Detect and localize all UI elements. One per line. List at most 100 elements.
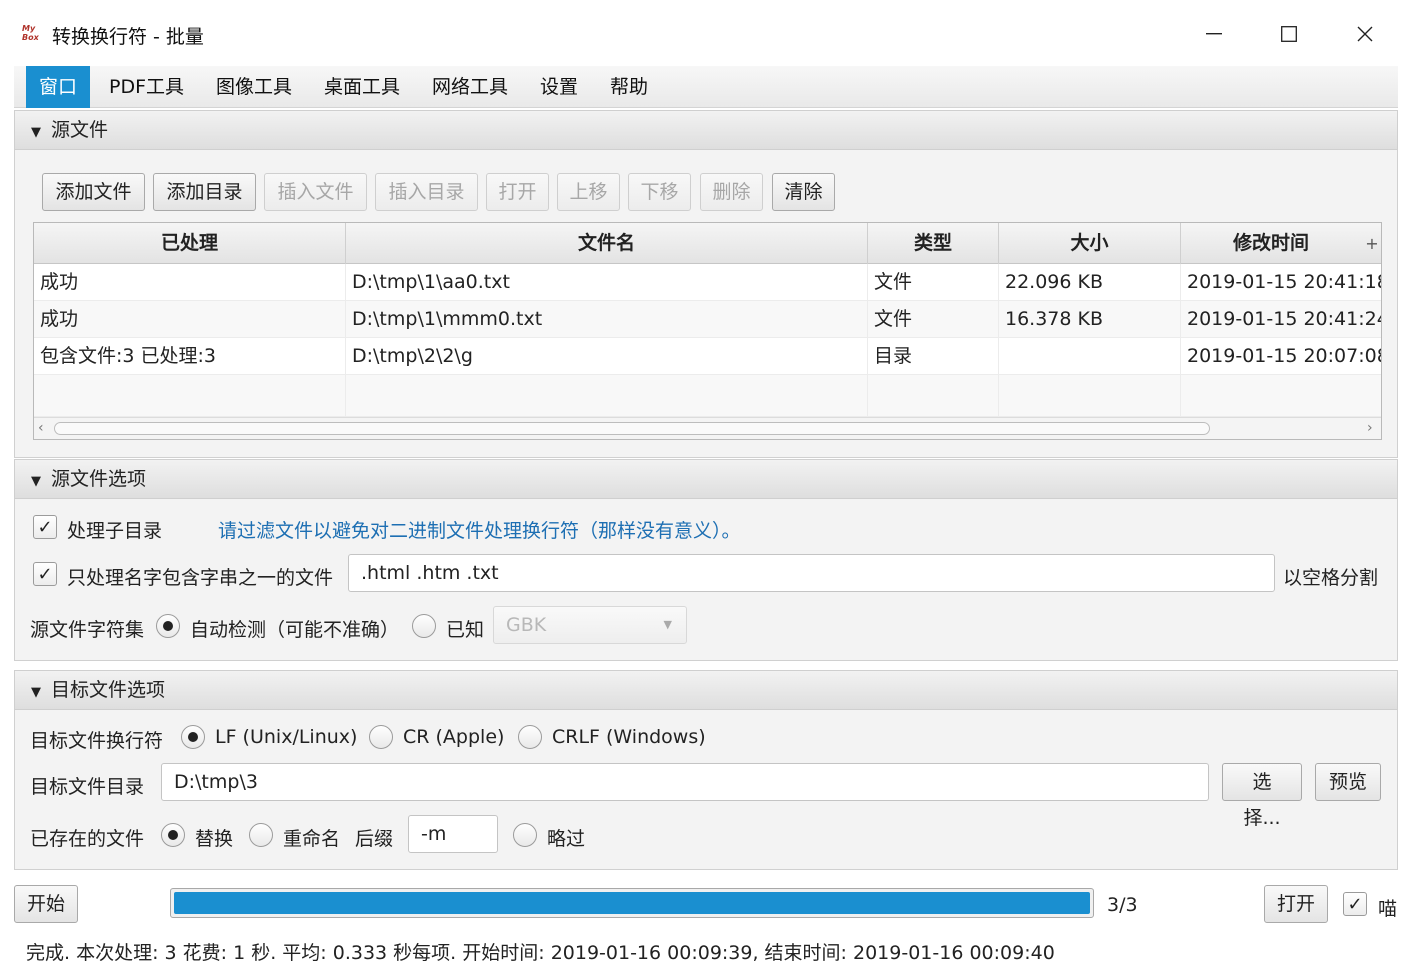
empty-cell xyxy=(346,375,868,417)
window-title: 转换换行符 - 批量 xyxy=(52,26,204,48)
skip-radio[interactable] xyxy=(513,823,537,847)
progress-fill xyxy=(174,892,1090,914)
cell-modified: 2019-01-15 20:41:24 xyxy=(1181,301,1381,338)
charset-select-value: GBK xyxy=(506,614,547,636)
name-filter-input[interactable]: .html .htm .txt xyxy=(348,554,1275,592)
close-icon xyxy=(1357,26,1373,42)
move-up-button[interactable]: 上移 xyxy=(557,173,620,211)
cell-processed: 成功 xyxy=(34,301,346,338)
table-row[interactable]: 成功 D:\tmp\1\mmm0.txt 文件 16.378 KB 2019-0… xyxy=(34,301,1381,338)
scrollbar-thumb[interactable] xyxy=(54,422,1210,435)
file-table[interactable]: 已处理 文件名 类型 大小 修改时间 + 成功 D:\tmp\1\aa0.txt… xyxy=(33,222,1382,440)
source-files-header[interactable]: ▼ 源文件 xyxy=(14,110,1398,150)
table-row-empty xyxy=(34,375,1381,417)
target-dir-input[interactable]: D:\tmp\3 xyxy=(161,763,1209,801)
charset-label: 源文件字符集 xyxy=(30,619,145,641)
open-button[interactable]: 打开 xyxy=(486,173,549,211)
insert-dir-button[interactable]: 插入目录 xyxy=(375,173,478,211)
empty-cell xyxy=(34,375,346,417)
maximize-icon xyxy=(1281,26,1297,42)
menu-help[interactable]: 帮助 xyxy=(597,66,661,108)
delete-button[interactable]: 删除 xyxy=(700,173,763,211)
cr-radio[interactable] xyxy=(369,725,393,749)
target-options-header[interactable]: ▼ 目标文件选项 xyxy=(14,670,1398,710)
column-header-processed[interactable]: 已处理 xyxy=(34,223,346,264)
cell-type: 文件 xyxy=(868,264,999,301)
crlf-radio[interactable] xyxy=(518,725,542,749)
status-text: 完成. 本次处理: 3 花费: 1 秒. 平均: 0.333 秒每项. 开始时间… xyxy=(26,942,1055,964)
suffix-input[interactable]: -m xyxy=(408,815,498,853)
target-dir-label: 目标文件目录 xyxy=(30,776,145,798)
empty-cell xyxy=(868,375,999,417)
open-target-button[interactable]: 打开 xyxy=(1264,885,1328,923)
maximize-button[interactable] xyxy=(1266,14,1312,54)
radio-selected-dot xyxy=(168,830,178,840)
progress-count: 3/3 xyxy=(1107,894,1138,916)
chevron-down-icon: ▼ xyxy=(663,618,672,631)
charset-auto-radio[interactable] xyxy=(156,614,180,638)
checkmark-icon: ✓ xyxy=(37,563,53,585)
process-subdir-checkbox[interactable]: ✓ xyxy=(33,515,57,539)
column-menu-plus-icon[interactable]: + xyxy=(1361,223,1381,264)
choose-dir-button[interactable]: 选择... xyxy=(1222,763,1302,829)
close-button[interactable] xyxy=(1342,14,1388,54)
process-subdir-label: 处理子目录 xyxy=(67,520,163,542)
horizontal-scrollbar[interactable]: ‹ › xyxy=(34,417,1381,439)
scroll-left-icon[interactable]: ‹ xyxy=(38,420,44,436)
menu-desktop-tools[interactable]: 桌面工具 xyxy=(311,66,413,108)
move-down-button[interactable]: 下移 xyxy=(628,173,691,211)
replace-radio[interactable] xyxy=(161,823,185,847)
menu-window[interactable]: 窗口 xyxy=(26,66,91,108)
start-button[interactable]: 开始 xyxy=(14,885,78,923)
empty-cell xyxy=(999,375,1181,417)
cell-type: 文件 xyxy=(868,301,999,338)
add-dir-button[interactable]: 添加目录 xyxy=(153,173,256,211)
source-options-header[interactable]: ▼ 源文件选项 xyxy=(14,459,1398,499)
charset-select[interactable]: GBK ▼ xyxy=(493,606,687,644)
radio-selected-dot xyxy=(188,732,198,742)
cell-filename: D:\tmp\1\aa0.txt xyxy=(346,264,868,301)
lf-label: LF (Unix/Linux) xyxy=(215,726,358,748)
radio-selected-dot xyxy=(163,621,173,631)
cell-type: 目录 xyxy=(868,338,999,375)
rename-label: 重命名 xyxy=(283,828,341,850)
column-header-filename[interactable]: 文件名 xyxy=(346,223,868,264)
rename-radio[interactable] xyxy=(249,823,273,847)
app-logo-icon: My Box xyxy=(22,24,39,42)
existing-file-label: 已存在的文件 xyxy=(30,828,145,850)
cell-filename: D:\tmp\2\2\g xyxy=(346,338,868,375)
menu-pdf-tools[interactable]: PDF工具 xyxy=(96,66,197,108)
menu-bar: 窗口 PDF工具 图像工具 桌面工具 网络工具 设置 帮助 xyxy=(14,66,1398,108)
table-header: 已处理 文件名 类型 大小 修改时间 + xyxy=(34,223,1381,264)
skip-label: 略过 xyxy=(547,828,586,850)
name-filter-checkbox[interactable]: ✓ xyxy=(33,562,57,586)
checkmark-icon: ✓ xyxy=(37,516,53,538)
suffix-label: 后缀 xyxy=(355,828,394,850)
insert-file-button[interactable]: 插入文件 xyxy=(264,173,367,211)
table-row[interactable]: 成功 D:\tmp\1\aa0.txt 文件 22.096 KB 2019-01… xyxy=(34,264,1381,301)
minimize-icon xyxy=(1206,33,1222,35)
add-file-button[interactable]: 添加文件 xyxy=(42,173,145,211)
column-header-modified[interactable]: 修改时间 xyxy=(1181,223,1361,264)
title-bar: My Box 转换换行符 - 批量 xyxy=(0,0,1415,66)
minimize-button[interactable] xyxy=(1191,14,1237,54)
browse-dir-button[interactable]: 预览 xyxy=(1315,763,1381,801)
scroll-right-icon[interactable]: › xyxy=(1367,420,1373,436)
charset-auto-label: 自动检测（可能不准确） xyxy=(190,619,400,641)
linebreak-label: 目标文件换行符 xyxy=(30,730,164,752)
table-row[interactable]: 包含文件:3 已处理:3 D:\tmp\2\2\g 目录 2019-01-15 … xyxy=(34,338,1381,375)
charset-known-radio[interactable] xyxy=(412,614,436,638)
meow-checkbox[interactable]: ✓ xyxy=(1343,892,1367,916)
empty-cell xyxy=(1181,375,1381,417)
filter-hint-text: 请过滤文件以避免对二进制文件处理换行符（那样没有意义）。 xyxy=(218,520,741,542)
menu-image-tools[interactable]: 图像工具 xyxy=(203,66,305,108)
charset-known-label: 已知 xyxy=(446,619,485,641)
column-header-size[interactable]: 大小 xyxy=(999,223,1181,264)
clear-button[interactable]: 清除 xyxy=(772,173,835,211)
menu-network-tools[interactable]: 网络工具 xyxy=(419,66,521,108)
collapse-triangle-icon: ▼ xyxy=(31,125,41,140)
cell-processed: 包含文件:3 已处理:3 xyxy=(34,338,346,375)
lf-radio[interactable] xyxy=(181,725,205,749)
menu-settings[interactable]: 设置 xyxy=(527,66,591,108)
column-header-type[interactable]: 类型 xyxy=(868,223,999,264)
